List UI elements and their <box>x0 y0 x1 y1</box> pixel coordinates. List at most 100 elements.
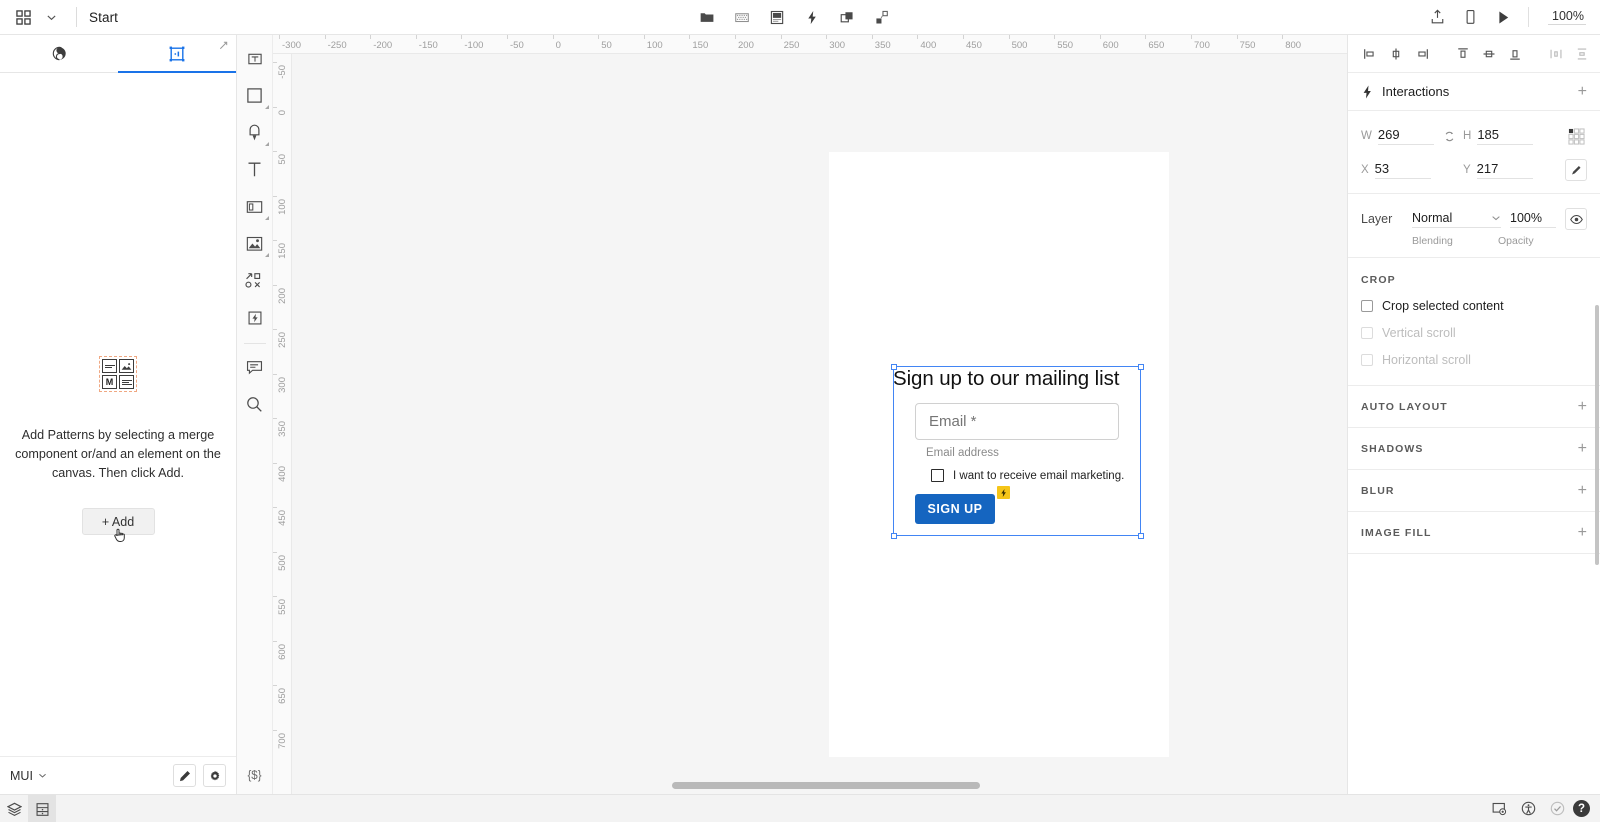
link-ratio-icon[interactable] <box>1435 130 1463 143</box>
corner-grid-icon[interactable] <box>1565 125 1587 147</box>
y-value[interactable]: 217 <box>1476 161 1533 179</box>
layer-section: Layer Normal 100% Blending Opacity <box>1348 194 1600 258</box>
align-left-icon[interactable] <box>1358 42 1381 65</box>
align-center-horizontal-icon[interactable] <box>1384 42 1407 65</box>
canvas-horizontal-scrollbar[interactable] <box>292 782 1347 789</box>
blending-select[interactable]: Normal <box>1412 211 1501 228</box>
pen-tool[interactable] <box>240 117 270 148</box>
expand-diagonal-icon[interactable] <box>218 40 229 51</box>
width-value[interactable]: 269 <box>1377 127 1434 145</box>
add-image-fill-button[interactable]: + <box>1578 524 1587 541</box>
vector-tool[interactable] <box>240 265 270 296</box>
scrollbar-thumb[interactable] <box>672 782 980 789</box>
placeholder-letter: M <box>105 376 114 387</box>
align-right-icon[interactable] <box>1410 42 1433 65</box>
frame-settings-icon[interactable] <box>1486 796 1512 822</box>
accessibility-icon[interactable] <box>1515 796 1541 822</box>
merge-components-tab[interactable] <box>0 35 118 72</box>
pattern-grid-icon[interactable] <box>730 5 754 29</box>
rectangle-tool[interactable] <box>240 80 270 111</box>
device-preview-icon[interactable] <box>1458 5 1482 29</box>
chevron-down-icon[interactable] <box>38 4 64 30</box>
add-shadow-button[interactable]: + <box>1578 440 1587 457</box>
blur-section[interactable]: BLUR + <box>1348 470 1600 512</box>
shadows-title: SHADOWS <box>1361 442 1424 455</box>
height-field[interactable]: H 185 <box>1463 127 1537 145</box>
zoom-tool[interactable] <box>240 389 270 420</box>
shadows-section[interactable]: SHADOWS + <box>1348 428 1600 470</box>
mailing-list-form[interactable]: Sign up to our mailing list Email * Emai… <box>893 367 1142 537</box>
layer-label: Layer <box>1361 212 1393 226</box>
form-title: Sign up to our mailing list <box>893 367 1120 390</box>
x-value[interactable]: 53 <box>1374 161 1431 179</box>
width-label: W <box>1361 130 1372 142</box>
lightning-badge-icon[interactable] <box>997 486 1010 499</box>
frame-tool[interactable] <box>240 43 270 74</box>
layer-row: Layer Normal 100% <box>1361 208 1587 230</box>
canvas-area[interactable]: -300 -250 -200 -150 -100 -50 0 50 100 150 200 250 30… <box>273 35 1347 794</box>
image-tool[interactable] <box>240 228 270 259</box>
dimensions-section: W 269 H 185 X 53 Y 217 <box>1348 111 1600 194</box>
add-blur-button[interactable]: + <box>1578 482 1587 499</box>
crop-option-row[interactable]: Crop selected content <box>1361 299 1587 313</box>
rotate-icon[interactable] <box>1565 159 1587 181</box>
distribute-group <box>1544 42 1600 65</box>
placeholder-cell-letter: M <box>102 375 117 389</box>
email-input[interactable]: Email * <box>915 403 1119 440</box>
vertical-scroll-checkbox <box>1361 327 1373 339</box>
help-button[interactable]: ? <box>1573 800 1590 817</box>
pencil-icon[interactable] <box>173 764 196 787</box>
component-icon[interactable] <box>765 5 789 29</box>
check-circle-icon[interactable] <box>1544 796 1570 822</box>
placeholder-cell-list <box>119 375 134 389</box>
add-pattern-button[interactable]: + Add <box>81 508 155 542</box>
height-value[interactable]: 185 <box>1477 127 1534 145</box>
add-auto-layout-button[interactable]: + <box>1578 398 1587 415</box>
auto-layout-section[interactable]: AUTO LAYOUT + <box>1348 386 1600 428</box>
variants-icon[interactable] <box>870 5 894 29</box>
export-icon[interactable] <box>1425 5 1449 29</box>
folder-icon[interactable] <box>695 5 719 29</box>
gear-icon[interactable] <box>203 764 226 787</box>
distribute-vertical-icon[interactable] <box>1570 42 1593 65</box>
sign-up-button[interactable]: SIGN UP <box>915 486 1010 524</box>
marketing-checkbox-row[interactable]: I want to receive email marketing. <box>931 469 1142 482</box>
eye-icon[interactable] <box>1565 208 1587 230</box>
grid-apps-icon[interactable] <box>10 4 36 30</box>
library-selector[interactable]: MUI <box>10 769 47 783</box>
lightning-icon[interactable] <box>800 5 824 29</box>
text-tool[interactable] <box>240 154 270 185</box>
layers-icon[interactable] <box>0 795 28 822</box>
container-tool[interactable] <box>240 191 270 222</box>
interaction-tool[interactable] <box>240 302 270 333</box>
sign-up-label: SIGN UP <box>927 502 983 516</box>
duplicate-icon[interactable] <box>835 5 859 29</box>
interactions-section-header[interactable]: Interactions + <box>1348 73 1600 111</box>
marketing-checkbox[interactable] <box>931 469 944 482</box>
canvas-viewport[interactable]: Sign up to our mailing list Email * Emai… <box>292 54 1347 794</box>
code-variables-tool[interactable]: {$} <box>247 770 261 782</box>
width-field[interactable]: W 269 <box>1361 127 1435 145</box>
align-bottom-icon[interactable] <box>1503 42 1526 65</box>
crop-selected-content-checkbox[interactable] <box>1361 300 1373 312</box>
canvas-frame[interactable]: Sign up to our mailing list Email * Emai… <box>829 152 1169 757</box>
comment-tool[interactable] <box>240 352 270 383</box>
align-middle-vertical-icon[interactable] <box>1477 42 1500 65</box>
opacity-value[interactable]: 100% <box>1510 211 1556 228</box>
grid-layout-icon[interactable] <box>1596 42 1600 65</box>
add-interaction-button[interactable]: + <box>1578 83 1587 100</box>
marketing-checkbox-label: I want to receive email marketing. <box>953 469 1125 482</box>
y-field[interactable]: Y 217 <box>1463 161 1537 179</box>
components-icon[interactable] <box>28 795 56 822</box>
x-field[interactable]: X 53 <box>1361 161 1435 179</box>
play-icon[interactable] <box>1491 5 1515 29</box>
right-panel-scrollbar[interactable] <box>1595 305 1599 565</box>
image-fill-section[interactable]: IMAGE FILL + <box>1348 512 1600 554</box>
distribute-horizontal-icon[interactable] <box>1544 42 1567 65</box>
zoom-level[interactable]: 100% <box>1548 9 1586 25</box>
tool-caret <box>264 142 269 146</box>
document-title[interactable]: Start <box>89 10 118 25</box>
left-panel-footer-actions <box>173 764 226 787</box>
email-helper-text: Email address <box>926 447 999 459</box>
align-top-icon[interactable] <box>1451 42 1474 65</box>
